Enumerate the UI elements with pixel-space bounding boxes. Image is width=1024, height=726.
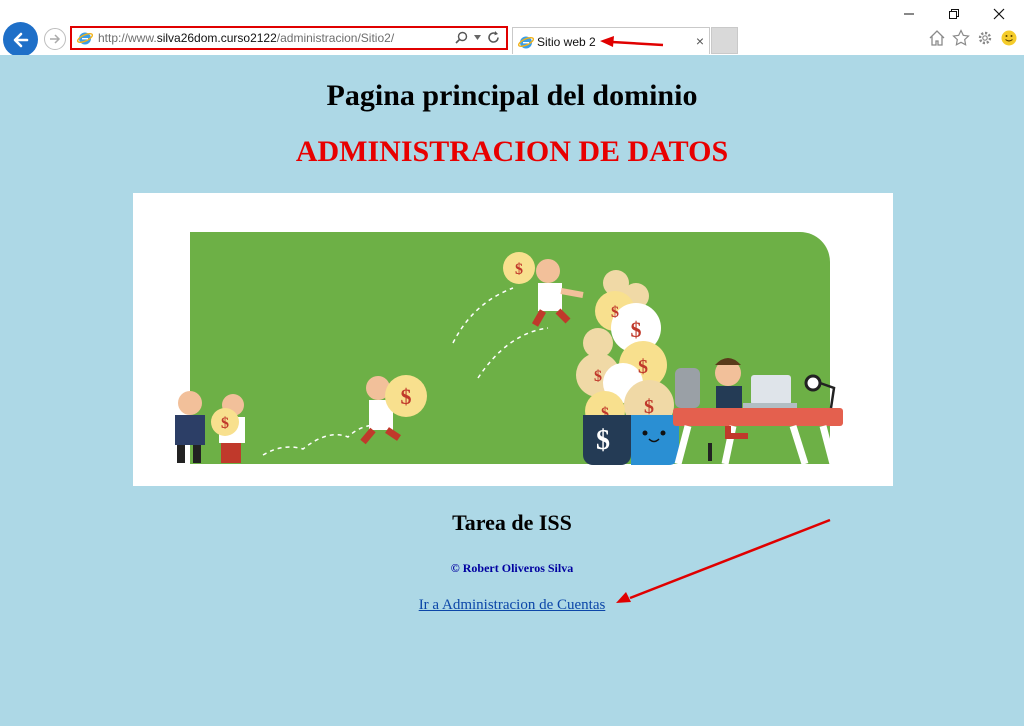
back-button[interactable] <box>3 22 38 57</box>
link-container: Ir a Administracion de Cuentas <box>0 597 1024 614</box>
task-title: Tarea de ISS <box>452 510 572 535</box>
svg-text:$: $ <box>611 304 619 321</box>
back-arrow-icon <box>13 32 28 47</box>
banner-illustration: $ $ $ $ $ $ $ $ $ $ <box>175 232 843 466</box>
tab-close-button[interactable]: × <box>696 33 704 49</box>
ie-logo-icon <box>518 36 534 49</box>
svg-text:$: $ <box>515 261 523 278</box>
page-content: Pagina principal del dominio ADMINISTRAC… <box>0 55 1024 726</box>
search-icon[interactable] <box>455 31 468 44</box>
svg-text:$: $ <box>631 317 642 342</box>
close-icon <box>993 8 1005 20</box>
new-tab-button[interactable] <box>711 27 738 54</box>
forward-arrow-icon <box>50 34 61 44</box>
svg-text:$: $ <box>596 425 610 456</box>
svg-text:$: $ <box>221 415 229 432</box>
tab-title: Sitio web 2 <box>537 35 596 49</box>
svg-text:$: $ <box>594 368 602 385</box>
address-url[interactable]: http://www.silva26dom.curso2122/administ… <box>98 31 394 45</box>
banner-image: $ $ $ $ $ $ $ $ $ $ <box>133 193 893 486</box>
browser-chrome: http://www.silva26dom.curso2122/administ… <box>0 0 1024 57</box>
svg-text:$: $ <box>401 384 412 409</box>
minimize-button[interactable] <box>899 4 919 24</box>
svg-text:$: $ <box>644 396 654 418</box>
svg-text:$: $ <box>638 356 648 378</box>
admin-heading: ADMINISTRACION DE DATOS <box>295 135 729 168</box>
toolbar-icons <box>928 29 1018 47</box>
favorites-star-icon[interactable] <box>952 29 970 47</box>
forward-button[interactable] <box>44 28 66 50</box>
settings-gear-icon[interactable] <box>976 29 994 47</box>
minimize-icon <box>904 13 914 15</box>
restore-button[interactable] <box>944 4 964 24</box>
address-bar[interactable]: http://www.silva26dom.curso2122/administ… <box>70 26 508 50</box>
restore-icon <box>949 9 959 19</box>
dropdown-arrow-icon[interactable] <box>474 35 481 40</box>
accounts-admin-link[interactable]: Ir a Administracion de Cuentas <box>419 597 606 613</box>
refresh-icon[interactable] <box>487 31 500 44</box>
home-icon[interactable] <box>928 29 946 47</box>
smiley-icon[interactable] <box>1000 29 1018 47</box>
page-title: Pagina principal del dominio <box>326 79 698 112</box>
close-button[interactable] <box>989 4 1009 24</box>
tab-sitio-web-2[interactable]: Sitio web 2 × <box>512 27 710 54</box>
copyright-text: © Robert Oliveros Silva <box>450 561 574 575</box>
ie-logo-icon <box>77 32 93 45</box>
